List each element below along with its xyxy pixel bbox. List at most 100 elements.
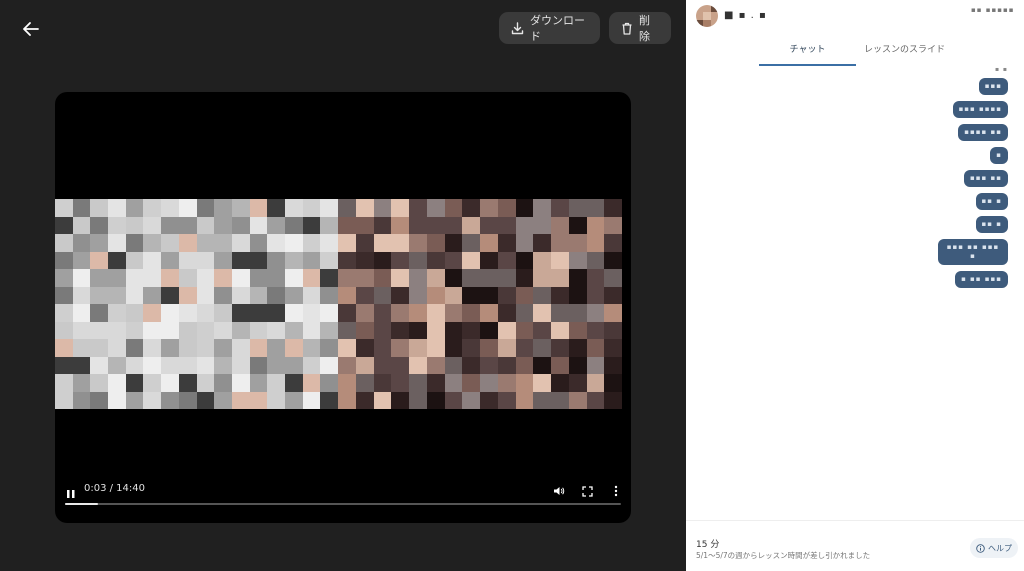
back-button[interactable] xyxy=(18,16,44,42)
video-pixel xyxy=(533,269,551,287)
video-pixel xyxy=(515,374,534,392)
video-pixel xyxy=(161,199,179,217)
video-pixel xyxy=(161,234,179,252)
video-pixel xyxy=(462,286,480,304)
video-pixel xyxy=(551,286,569,304)
video-pixel xyxy=(284,286,303,304)
tab-lesson-slides[interactable]: レッスンのスライド xyxy=(856,40,953,66)
video-pixel xyxy=(267,234,285,252)
video-pixel xyxy=(249,216,268,234)
tab-chat[interactable]: チャット xyxy=(759,40,856,66)
video-pixel xyxy=(444,269,463,287)
video-pixel xyxy=(196,251,215,269)
lesson-sidebar: ■ ▪ . ▪ ▪▪ ▪▪▪▪▪ チャット レッスンのスライド ▪ ▪ ▪▪▪ … xyxy=(686,0,1024,571)
video-pixel xyxy=(320,216,338,234)
video-pixel xyxy=(586,216,605,234)
help-button[interactable]: ヘルプ xyxy=(970,538,1018,558)
video-pixel xyxy=(178,339,197,357)
video-pixel xyxy=(604,321,622,339)
video-pixel xyxy=(604,339,622,357)
video-pixel xyxy=(320,286,338,304)
chat-timestamp: ▪ ▪ xyxy=(994,66,1008,73)
video-pixel xyxy=(551,339,569,357)
video-pixel xyxy=(284,356,303,374)
video-pixel xyxy=(284,269,303,287)
video-pixel xyxy=(462,269,480,287)
video-pixel xyxy=(302,251,321,269)
download-icon xyxy=(511,21,524,34)
video-pixel xyxy=(108,234,126,252)
video-pixel xyxy=(284,251,303,269)
video-pixel xyxy=(409,356,427,374)
video-pixel xyxy=(90,286,109,304)
video-pixel xyxy=(568,321,587,339)
video-pixel xyxy=(231,374,250,392)
video-pixel xyxy=(391,199,409,217)
video-player[interactable]: 0:03 / 14:40 xyxy=(55,92,631,523)
video-pixel xyxy=(604,251,622,269)
video-pixel xyxy=(568,199,587,217)
video-pixel xyxy=(231,216,250,234)
video-pixel xyxy=(586,286,605,304)
video-pixel xyxy=(178,391,197,409)
info-icon xyxy=(976,543,985,553)
progress-bar[interactable] xyxy=(65,503,621,505)
video-pixel xyxy=(72,374,91,392)
video-pixel xyxy=(373,234,392,252)
video-pixel xyxy=(196,304,215,322)
video-pixel xyxy=(108,269,126,287)
download-button[interactable]: ダウンロード xyxy=(499,12,600,44)
video-pixel xyxy=(214,216,232,234)
video-pixel xyxy=(55,199,73,217)
video-pixel xyxy=(409,286,427,304)
video-pixel xyxy=(373,216,392,234)
sidebar-tabs: チャット レッスンのスライド xyxy=(759,40,953,66)
fullscreen-button[interactable] xyxy=(580,484,594,498)
more-options-button[interactable] xyxy=(609,484,623,498)
video-pixel xyxy=(108,339,126,357)
video-pixel xyxy=(214,339,232,357)
video-pixel xyxy=(267,216,285,234)
chat-messages: ▪ ▪ ▪▪▪ ▪▪▪ ▪▪▪▪ ▪▪▪▪ ▪▪ ▪ ▪▪▪ ▪▪ ▪▪ ▪ ▪… xyxy=(808,66,1008,288)
video-pixel xyxy=(338,199,356,217)
video-pixel xyxy=(409,251,427,269)
video-pixel xyxy=(143,234,162,252)
video-pixel xyxy=(284,321,303,339)
video-pixel xyxy=(143,339,162,357)
video-pixel xyxy=(72,304,91,322)
video-pixel xyxy=(249,356,268,374)
video-pixel xyxy=(338,339,356,357)
video-pixel xyxy=(586,339,605,357)
video-pixel xyxy=(391,286,409,304)
video-pixel xyxy=(355,286,374,304)
delete-button[interactable]: 削除 xyxy=(609,12,671,44)
video-pixel xyxy=(426,286,445,304)
video-pixel xyxy=(161,356,179,374)
video-pixel xyxy=(426,199,445,217)
video-pixel xyxy=(284,339,303,357)
video-pixel xyxy=(409,216,427,234)
download-label: ダウンロード xyxy=(530,14,585,43)
video-pixel xyxy=(426,269,445,287)
avatar[interactable] xyxy=(696,5,718,27)
video-pixel xyxy=(462,391,480,409)
video-pixel xyxy=(426,234,445,252)
chat-message: ▪ xyxy=(990,147,1008,164)
video-pixel xyxy=(125,234,144,252)
volume-button[interactable] xyxy=(552,484,566,498)
video-pixel xyxy=(444,339,463,357)
video-pixel xyxy=(551,374,569,392)
video-pixel xyxy=(125,304,144,322)
video-pixel xyxy=(214,391,232,409)
video-pixel xyxy=(249,269,268,287)
video-pixel xyxy=(515,356,534,374)
video-pixel xyxy=(196,339,215,357)
video-pixel xyxy=(604,199,622,217)
video-pixel xyxy=(55,234,73,252)
video-pixel xyxy=(108,356,126,374)
video-pixel xyxy=(568,286,587,304)
pause-button[interactable] xyxy=(65,485,77,498)
video-frame[interactable] xyxy=(55,199,622,409)
video-pixel xyxy=(55,339,73,357)
video-pixel xyxy=(533,234,551,252)
